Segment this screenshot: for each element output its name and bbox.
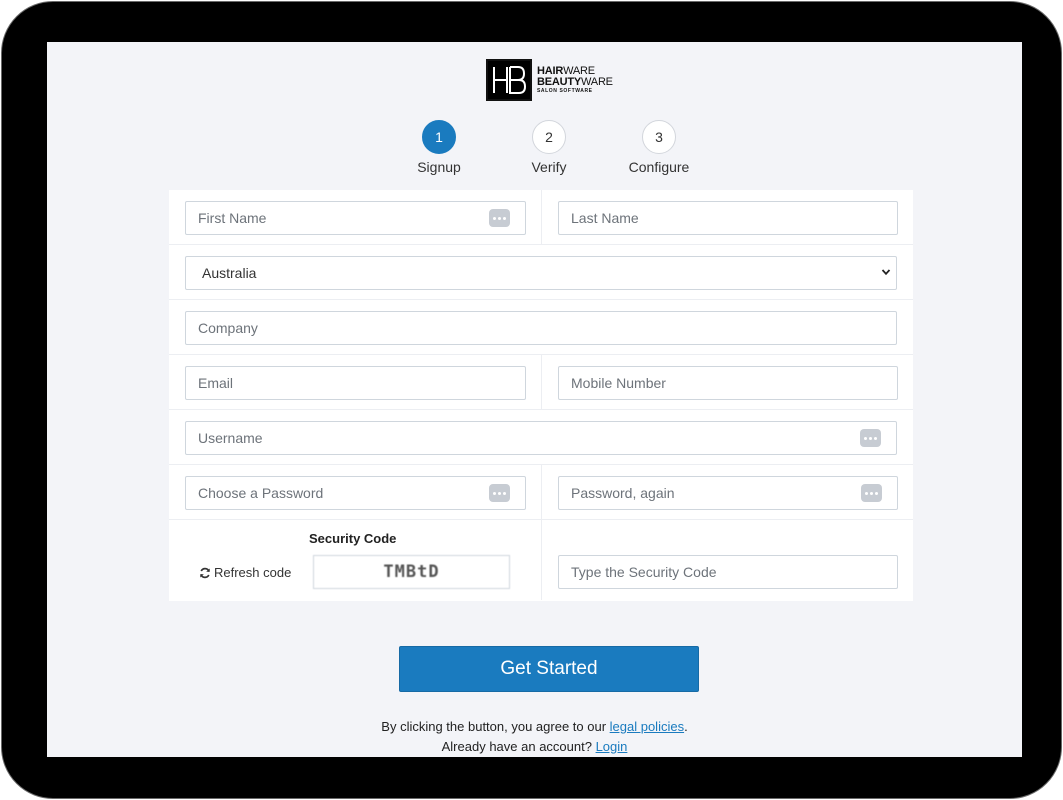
email-placeholder: Email bbox=[198, 375, 234, 391]
legal-policies-link[interactable]: legal policies bbox=[610, 719, 684, 734]
security-code-input[interactable]: Type the Security Code bbox=[558, 555, 898, 589]
brand-logo: HAIRWARE BEAUTYWARE SALON SOFTWARE bbox=[486, 59, 618, 101]
username-input[interactable]: Username bbox=[185, 421, 897, 455]
password-manager-icon[interactable] bbox=[489, 209, 510, 227]
company-placeholder: Company bbox=[198, 320, 258, 336]
last-name-placeholder: Last Name bbox=[571, 210, 639, 226]
contact-row: Email Mobile Number bbox=[169, 355, 913, 410]
account-prefix: Already have an account? bbox=[441, 739, 596, 754]
country-select[interactable]: Australia bbox=[185, 256, 897, 290]
step-configure: 3 Configure bbox=[614, 120, 704, 175]
step-signup: 1 Signup bbox=[394, 120, 484, 175]
hb-logo-icon bbox=[486, 59, 532, 101]
logo-wordmark: HAIRWARE BEAUTYWARE SALON SOFTWARE bbox=[537, 65, 613, 95]
step-label: Signup bbox=[417, 159, 461, 175]
tablet-frame: HAIRWARE BEAUTYWARE SALON SOFTWARE 1 Sig… bbox=[1, 1, 1062, 799]
password-again-placeholder: Password, again bbox=[571, 485, 675, 501]
first-name-input[interactable]: First Name bbox=[185, 201, 526, 235]
email-input[interactable]: Email bbox=[185, 366, 526, 400]
step-verify: 2 Verify bbox=[504, 120, 594, 175]
step-number: 2 bbox=[532, 120, 566, 154]
password-manager-icon[interactable] bbox=[489, 484, 510, 502]
chevron-down-icon bbox=[881, 269, 891, 276]
password-placeholder: Choose a Password bbox=[198, 485, 324, 501]
password-row: Choose a Password Password, again bbox=[169, 465, 913, 520]
last-name-input[interactable]: Last Name bbox=[558, 201, 898, 235]
password-input[interactable]: Choose a Password bbox=[185, 476, 526, 510]
company-input[interactable]: Company bbox=[185, 311, 897, 345]
signup-steps: 1 Signup 2 Verify 3 Configure bbox=[47, 120, 1022, 176]
legal-suffix: . bbox=[684, 719, 688, 734]
step-label: Configure bbox=[628, 159, 690, 175]
step-number: 1 bbox=[422, 120, 456, 154]
password-manager-icon[interactable] bbox=[860, 429, 881, 447]
country-value: Australia bbox=[202, 265, 257, 281]
mobile-placeholder: Mobile Number bbox=[571, 375, 666, 391]
username-row: Username bbox=[169, 410, 913, 465]
company-row: Company bbox=[169, 300, 913, 355]
logo-tagline: SALON SOFTWARE bbox=[537, 87, 593, 94]
security-code-label: Security Code bbox=[309, 531, 397, 546]
refresh-label: Refresh code bbox=[214, 565, 292, 580]
get-started-button[interactable]: Get Started bbox=[399, 646, 699, 692]
screen: HAIRWARE BEAUTYWARE SALON SOFTWARE 1 Sig… bbox=[47, 42, 1022, 757]
security-row: Security Code Refresh code TMBtD Type th… bbox=[169, 520, 913, 600]
step-number: 3 bbox=[642, 120, 676, 154]
refresh-icon bbox=[200, 567, 210, 578]
step-label: Verify bbox=[531, 159, 567, 175]
security-code-placeholder: Type the Security Code bbox=[571, 564, 717, 580]
signup-form: First Name Last Name Australia Company E… bbox=[169, 190, 913, 601]
name-row: First Name Last Name bbox=[169, 190, 913, 245]
password-manager-icon[interactable] bbox=[861, 484, 882, 502]
mobile-number-input[interactable]: Mobile Number bbox=[558, 366, 898, 400]
country-row: Australia bbox=[169, 245, 913, 300]
captcha-image: TMBtD bbox=[313, 555, 510, 589]
username-placeholder: Username bbox=[198, 430, 263, 446]
refresh-code-button[interactable]: Refresh code bbox=[199, 565, 291, 580]
login-link[interactable]: Login bbox=[596, 739, 628, 754]
logo-beauty: BEAUTY bbox=[537, 75, 582, 88]
legal-prefix: By clicking the button, you agree to our bbox=[381, 719, 610, 734]
password-again-input[interactable]: Password, again bbox=[558, 476, 898, 510]
first-name-placeholder: First Name bbox=[198, 210, 267, 226]
logo-ware-2: WARE bbox=[581, 75, 613, 88]
legal-text: By clicking the button, you agree to our… bbox=[47, 717, 1022, 757]
